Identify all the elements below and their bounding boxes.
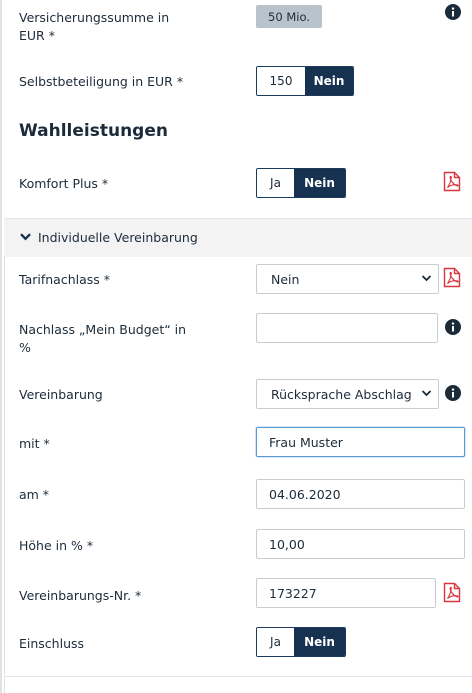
sum-label: Versicherungssumme in EUR * <box>19 10 170 43</box>
amount-value: 10,00 <box>269 536 305 552</box>
individual-section-title[interactable]: Individuelle Vereinbarung <box>38 230 198 245</box>
panel-border <box>4 256 5 693</box>
chevron-down-icon <box>421 390 432 397</box>
inclusion-label: Einschluss <box>19 636 85 651</box>
individual-section-header[interactable]: Individuelle Vereinbarung <box>4 218 472 257</box>
on-label: am * <box>19 487 50 502</box>
number-label: Vereinbarungs-Nr. * <box>19 588 142 603</box>
with-label: mit * <box>19 436 50 451</box>
deductible-value[interactable]: 150 <box>257 67 305 95</box>
chevron-down-icon[interactable] <box>20 233 31 241</box>
deductible-control[interactable]: 150 Nein <box>256 66 354 96</box>
number-value: 173227 <box>269 585 317 601</box>
komfort-toggle[interactable]: Ja Nein <box>256 168 346 198</box>
amount-label: Höhe in % * <box>19 538 94 553</box>
komfort-no[interactable]: Nein <box>294 169 345 197</box>
komfort-label: Komfort Plus * <box>19 176 109 191</box>
budget-input[interactable] <box>256 313 438 343</box>
on-input[interactable]: 04.06.2020 <box>256 479 465 509</box>
section-title-optional: Wahlleistungen <box>19 121 168 141</box>
pdf-icon[interactable] <box>443 582 461 603</box>
info-icon[interactable] <box>445 4 461 20</box>
number-input[interactable]: 173227 <box>256 578 436 608</box>
inclusion-yes[interactable]: Ja <box>257 628 294 656</box>
amount-input[interactable]: 10,00 <box>256 529 465 559</box>
inclusion-no[interactable]: Nein <box>294 628 345 656</box>
agreement-value: Rücksprache Abschlag <box>271 386 412 402</box>
chevron-down-icon <box>421 275 432 282</box>
deductible-toggle[interactable]: Nein <box>305 67 353 95</box>
bottom-divider <box>4 676 472 677</box>
agreement-select[interactable]: Rücksprache Abschlag <box>256 379 439 409</box>
budget-label: Nachlass „Mein Budget“ in % <box>19 322 187 355</box>
inclusion-toggle[interactable]: Ja Nein <box>256 627 346 657</box>
with-value: Frau Muster <box>269 434 343 450</box>
komfort-yes[interactable]: Ja <box>257 169 294 197</box>
with-input[interactable]: Frau Muster <box>256 427 465 457</box>
on-value: 04.06.2020 <box>269 486 341 502</box>
info-icon[interactable] <box>445 319 461 335</box>
tariff-label: Tarifnachlass * <box>19 272 110 287</box>
sum-value-chip: 50 Mio. <box>256 5 322 28</box>
agreement-label: Vereinbarung <box>19 387 103 402</box>
pdf-icon[interactable] <box>443 171 461 192</box>
tariff-value: Nein <box>271 271 300 287</box>
tariff-select[interactable]: Nein <box>256 264 439 294</box>
deductible-label: Selbstbeteiligung in EUR * <box>19 74 184 89</box>
sum-value: 50 Mio. <box>268 9 310 24</box>
left-border <box>0 0 2 693</box>
pdf-icon[interactable] <box>443 267 461 288</box>
info-icon[interactable] <box>445 385 461 401</box>
